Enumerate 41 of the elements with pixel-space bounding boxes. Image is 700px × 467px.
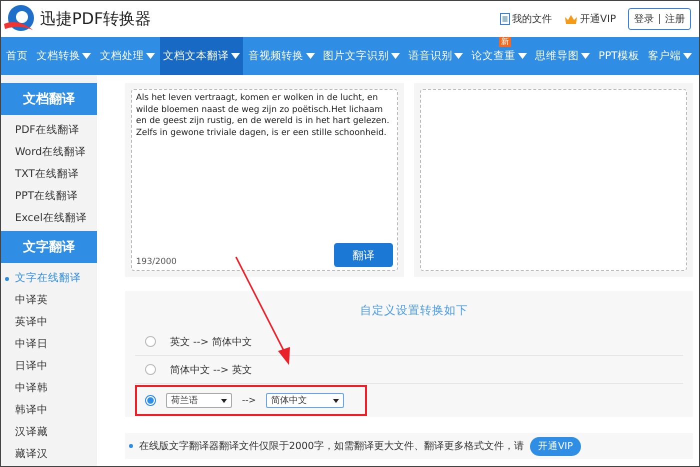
new-badge: 新 [499,37,512,47]
crown-icon [564,14,578,24]
sidebar-item[interactable]: Excel在线翻译 [1,207,97,229]
sidebar-item[interactable]: 英译中 [1,311,97,333]
translate-button[interactable]: 翻译 [334,243,393,267]
header-link[interactable]: 我的文件 [500,12,552,26]
sidebar-item[interactable]: 中译英 [1,289,97,311]
document-icon [500,13,510,25]
target-language-select[interactable]: 简体中文 [266,393,344,408]
caret-icon [221,398,227,402]
sidebar-item[interactable]: Word在线翻译 [1,141,97,163]
sidebar-item[interactable]: 中译韩 [1,377,97,399]
header-link[interactable]: 开通VIP [564,12,616,26]
settings-title: 自定义设置转换如下 [359,302,469,319]
sidebar-item[interactable]: 韩译中 [1,399,97,421]
register-link[interactable]: 注册 [665,12,685,26]
sidebar-item[interactable]: TXT在线翻译 [1,163,97,185]
caret-icon [333,398,340,402]
sidebar-item[interactable]: PDF在线翻译 [1,119,97,141]
sidebar-heading: 文字翻译 [1,231,97,263]
sidebar-item[interactable]: 中译日 [1,333,97,355]
sidebar-item[interactable]: PPT在线翻译 [1,185,97,207]
option-label: 英文 --> 简体中文 [170,336,252,348]
option-label: 简体中文 --> 英文 [170,364,252,376]
arrow-text: --> [242,396,256,406]
source-language-select[interactable]: 荷兰语 [166,393,232,408]
sidebar-item[interactable]: 汉译藏 [1,421,97,443]
radio-button[interactable] [145,364,156,375]
bullet-icon [5,277,9,281]
input-text: Als het leven vertraagt, komen er wolken in de lucht, en wilde bloemen naast de weg zijn zo poëtisch.Het lichaam en de geest zijn rustig, en de wereld is in het hart gelezen. Zelfs in gewone triviale dagen, is er een stille schoonheid. [136,93,390,139]
sidebar-item[interactable]: 日译中 [1,355,97,377]
radio-button[interactable] [145,395,156,406]
logo-icon [3,4,37,34]
notice-text: 在线版文字翻译器翻译文件仅限于2000字，如需翻译更大文件、翻译更多格式文件，请 [139,440,524,452]
radio-button[interactable] [145,336,156,347]
char-counter: 193/2000 [136,257,177,267]
sidebar-item[interactable]: 藏译汉 [1,443,97,465]
bullet-icon [129,444,133,448]
brand-name: 迅捷PDF转换器 [40,8,152,30]
login-link[interactable]: 登录 [634,12,654,26]
sidebar-heading: 文档翻译 [1,83,97,115]
